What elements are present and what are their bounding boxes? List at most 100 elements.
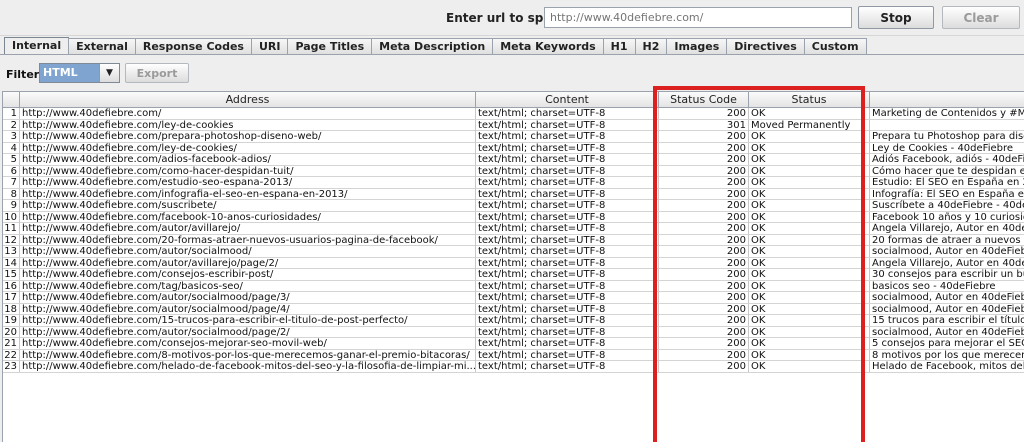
address-cell: http://www.40defiebre.com/consejos-escri… bbox=[20, 269, 476, 280]
table-row[interactable]: 8 http://www.40defiebre.com/infografia-el… bbox=[3, 188, 1024, 200]
content-cell: text/html; charset=UTF-8 bbox=[476, 211, 659, 223]
row-number-cell: 9 bbox=[3, 200, 20, 211]
table-row[interactable]: 17 http://www.40defiebre.com/autor/social… bbox=[3, 292, 1024, 304]
address-cell: http://www.40defiebre.com/estudio-seo-es… bbox=[20, 177, 476, 188]
status-code-cell: 200 bbox=[659, 234, 749, 246]
tab-uri[interactable]: URI bbox=[250, 38, 289, 55]
table-row[interactable]: 12 http://www.40defiebre.com/20-formas-at… bbox=[3, 234, 1024, 246]
tab-external[interactable]: External bbox=[68, 38, 136, 55]
status-code-cell: 200 bbox=[659, 223, 749, 234]
address-cell: http://www.40defiebre.com/prepara-photos… bbox=[20, 131, 476, 142]
title-cell: Suscríbete a 40deFiebre - 40de bbox=[872, 200, 1024, 211]
status-cell: OK bbox=[749, 246, 870, 257]
title-cell: Helado de Facebook, mitos del bbox=[872, 361, 1024, 372]
status-code-cell: 200 bbox=[659, 165, 749, 177]
tab-images[interactable]: Images bbox=[666, 38, 728, 55]
tab-meta-description[interactable]: Meta Description bbox=[371, 38, 494, 55]
status-code-cell: 200 bbox=[659, 108, 749, 119]
tab-internal[interactable]: Internal bbox=[4, 37, 70, 55]
tab-h2[interactable]: H2 bbox=[634, 38, 668, 55]
chevron-down-icon[interactable]: ▼ bbox=[99, 64, 119, 82]
status-code-cell: 200 bbox=[659, 188, 749, 200]
status-cell: OK bbox=[749, 154, 870, 165]
tab-meta-keywords[interactable]: Meta Keywords bbox=[492, 38, 604, 55]
table-body: 1 http://www.40defiebre.com/text/html; ch… bbox=[3, 108, 1024, 373]
table-row[interactable]: 21 http://www.40defiebre.com/consejos-mej… bbox=[3, 338, 1024, 350]
table-row[interactable]: 4 http://www.40defiebre.com/ley-de-cookie… bbox=[3, 142, 1024, 154]
table-row[interactable]: 23 http://www.40defiebre.com/helado-de-fa… bbox=[3, 361, 1024, 373]
row-number-cell: 10 bbox=[3, 211, 20, 223]
export-button[interactable]: Export bbox=[125, 63, 189, 83]
table-row[interactable]: 20 http://www.40defiebre.com/autor/social… bbox=[3, 326, 1024, 338]
address-cell: http://www.40defiebre.com/tag/basicos-se… bbox=[20, 280, 476, 292]
header-status-code[interactable]: Status Code bbox=[659, 92, 749, 107]
header-content[interactable]: Content bbox=[476, 92, 659, 107]
row-number-cell: 8 bbox=[3, 188, 20, 200]
title-cell: Ley de Cookies - 40deFiebre bbox=[872, 142, 1014, 154]
row-number-cell: 5 bbox=[3, 154, 20, 165]
header-title[interactable] bbox=[870, 92, 1024, 107]
table-row[interactable]: 10 http://www.40defiebre.com/facebook-10-… bbox=[3, 211, 1024, 223]
title-cell: Cómo hacer que te despidan en bbox=[872, 165, 1024, 177]
title-cell: 20 formas de atraer a nuevos u bbox=[872, 234, 1024, 246]
table-row[interactable]: 11 http://www.40defiebre.com/autor/avilla… bbox=[3, 223, 1024, 235]
content-cell: text/html; charset=UTF-8 bbox=[476, 315, 659, 326]
table-row[interactable]: 1 http://www.40defiebre.com/text/html; ch… bbox=[3, 108, 1024, 120]
tab-directives[interactable]: Directives bbox=[726, 38, 805, 55]
status-cell: OK bbox=[749, 326, 870, 338]
table-row[interactable]: 2 http://www.40defiebre.com/ley-de-cookie… bbox=[3, 119, 1024, 131]
status-cell: OK bbox=[749, 223, 870, 234]
address-cell: http://www.40defiebre.com/autor/avillare… bbox=[20, 223, 476, 234]
row-number-cell: 1 bbox=[3, 108, 20, 119]
header-status[interactable]: Status bbox=[749, 92, 870, 107]
content-cell: text/html; charset=UTF-8 bbox=[476, 154, 659, 165]
filter-select[interactable]: HTML ▼ bbox=[39, 63, 120, 83]
title-cell: Estudio: El SEO en España en 2 bbox=[872, 177, 1024, 188]
tab-page-titles[interactable]: Page Titles bbox=[287, 38, 373, 55]
table-row[interactable]: 7 http://www.40defiebre.com/estudio-seo-e… bbox=[3, 177, 1024, 189]
table-row[interactable]: 18 http://www.40defiebre.com/autor/social… bbox=[3, 303, 1024, 315]
address-cell: http://www.40defiebre.com/consejos-mejor… bbox=[20, 338, 476, 349]
content-cell: text/html; charset=UTF-8 bbox=[476, 177, 659, 188]
status-code-cell: 200 bbox=[659, 142, 749, 154]
url-input[interactable] bbox=[544, 7, 852, 28]
status-code-cell: 200 bbox=[659, 292, 749, 303]
table-row[interactable]: 22 http://www.40defiebre.com/8-motivos-po… bbox=[3, 349, 1024, 361]
table-row[interactable]: 5 http://www.40defiebre.com/adios-faceboo… bbox=[3, 154, 1024, 166]
clear-button[interactable]: Clear bbox=[942, 6, 1020, 29]
address-cell: http://www.40defiebre.com/15-trucos-para… bbox=[20, 315, 476, 326]
tab-response-codes[interactable]: Response Codes bbox=[134, 38, 252, 55]
content-cell: text/html; charset=UTF-8 bbox=[476, 338, 659, 349]
address-cell: http://www.40defiebre.com/ley-de-cookies… bbox=[20, 142, 476, 154]
content-cell: text/html; charset=UTF-8 bbox=[476, 108, 659, 119]
title-cell: 8 motivos por los que merecem bbox=[872, 349, 1024, 361]
row-number-cell: 19 bbox=[3, 315, 20, 326]
tab-custom[interactable]: Custom bbox=[803, 38, 867, 55]
tab-h1[interactable]: H1 bbox=[602, 38, 636, 55]
content-cell: text/html; charset=UTF-8 bbox=[476, 223, 659, 234]
header-row-number[interactable] bbox=[3, 92, 20, 107]
table-row[interactable]: 13 http://www.40defiebre.com/autor/social… bbox=[3, 246, 1024, 258]
content-cell: text/html; charset=UTF-8 bbox=[476, 119, 659, 131]
table-row[interactable]: 3 http://www.40defiebre.com/prepara-photo… bbox=[3, 131, 1024, 143]
filter-selected-value: HTML bbox=[43, 66, 78, 79]
table-header: Address Content Status Code Status bbox=[3, 92, 1024, 108]
address-cell: http://www.40defiebre.com/autor/socialmo… bbox=[20, 292, 476, 303]
table-row[interactable]: 14 http://www.40defiebre.com/autor/avilla… bbox=[3, 257, 1024, 269]
content-cell: text/html; charset=UTF-8 bbox=[476, 349, 659, 361]
tab-divider bbox=[0, 54, 1024, 55]
table-row[interactable]: 9 http://www.40defiebre.com/suscribete/te… bbox=[3, 200, 1024, 212]
status-code-cell: 200 bbox=[659, 131, 749, 142]
table-row[interactable]: 19 http://www.40defiebre.com/15-trucos-pa… bbox=[3, 315, 1024, 327]
table-row[interactable]: 6 http://www.40defiebre.com/como-hacer-de… bbox=[3, 165, 1024, 177]
title-cell: Facebook 10 años y 10 curiosid bbox=[872, 211, 1024, 223]
stop-button[interactable]: Stop bbox=[858, 6, 934, 29]
table-row[interactable]: 15 http://www.40defiebre.com/consejos-esc… bbox=[3, 269, 1024, 281]
table-row[interactable]: 16 http://www.40defiebre.com/tag/basicos-… bbox=[3, 280, 1024, 292]
status-cell: OK bbox=[749, 131, 870, 142]
header-address[interactable]: Address bbox=[20, 92, 476, 107]
content-cell: text/html; charset=UTF-8 bbox=[476, 131, 659, 142]
address-cell: http://www.40defiebre.com/20-formas-atra… bbox=[20, 234, 476, 246]
status-cell: OK bbox=[749, 211, 870, 223]
status-code-cell: 200 bbox=[659, 349, 749, 361]
